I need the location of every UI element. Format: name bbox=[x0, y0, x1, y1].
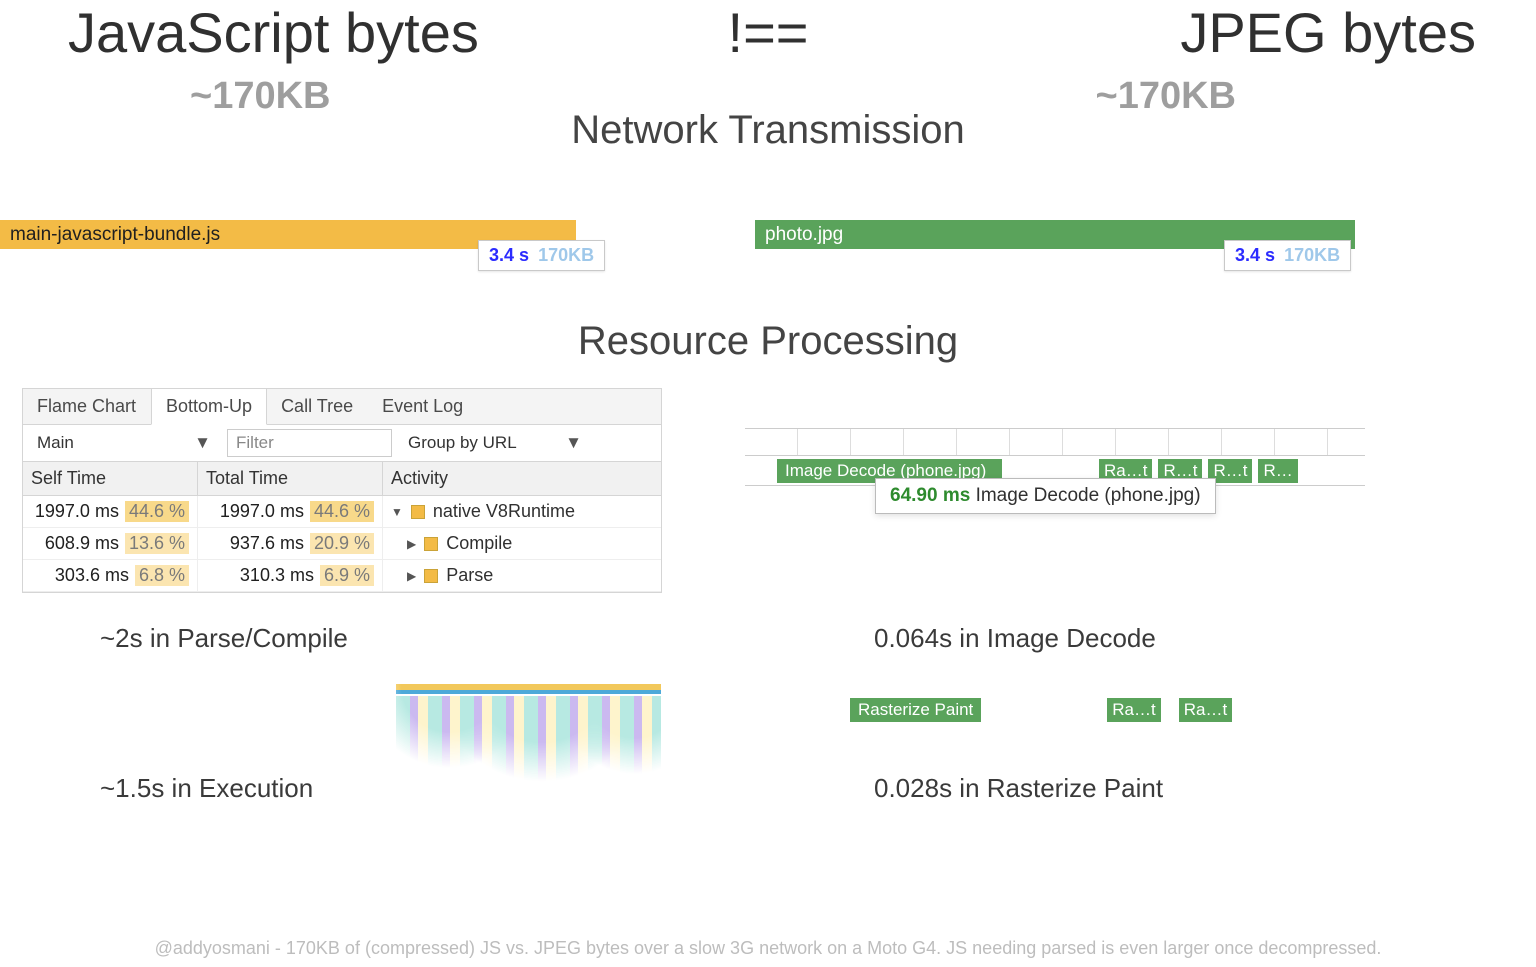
self-pct: 13.6 % bbox=[125, 533, 189, 554]
col-activity[interactable]: Activity bbox=[383, 462, 661, 495]
headline-jpeg: JPEG bytes bbox=[1180, 0, 1476, 65]
total-ms: 1997.0 ms bbox=[220, 501, 304, 522]
thread-select[interactable]: Main ▼ bbox=[29, 429, 219, 457]
table-row[interactable]: 608.9 ms 13.6 % 937.6 ms 20.9 % ▶ Compile bbox=[23, 528, 661, 560]
self-ms: 303.6 ms bbox=[55, 565, 129, 586]
raster-timeline: Rasterize Paint Ra…t Ra…t bbox=[850, 698, 1270, 722]
scripting-color-icon bbox=[411, 505, 425, 519]
net-time-jpeg: 3.4 s bbox=[1235, 245, 1275, 265]
timeline-tooltip: 64.90 ms Image Decode (phone.jpg) bbox=[875, 478, 1216, 514]
chevron-down-icon: ▼ bbox=[565, 433, 582, 453]
self-ms: 1997.0 ms bbox=[35, 501, 119, 522]
expand-icon[interactable]: ▶ bbox=[407, 569, 416, 583]
annot-decode: 0.064s in Image Decode bbox=[874, 623, 1156, 654]
annot-exec: ~1.5s in Execution bbox=[100, 773, 313, 804]
net-time-js: 3.4 s bbox=[489, 245, 529, 265]
total-ms: 937.6 ms bbox=[230, 533, 304, 554]
net-badge-js: 3.4 s 170KB bbox=[478, 240, 605, 271]
activity: native V8Runtime bbox=[433, 501, 575, 522]
table-row[interactable]: 303.6 ms 6.8 % 310.3 ms 6.9 % ▶ Parse bbox=[23, 560, 661, 592]
expand-icon[interactable]: ▼ bbox=[391, 505, 403, 519]
total-pct: 44.6 % bbox=[310, 501, 374, 522]
scripting-color-icon bbox=[424, 537, 438, 551]
timeline-axis bbox=[745, 428, 1365, 456]
net-size-js: 170KB bbox=[538, 245, 594, 265]
thread-select-value: Main bbox=[37, 433, 74, 453]
tl-block[interactable]: Ra…t bbox=[1107, 698, 1160, 722]
total-ms: 310.3 ms bbox=[240, 565, 314, 586]
self-pct: 6.8 % bbox=[135, 565, 189, 586]
image-decode-timeline: Image Decode (phone.jpg) Ra…t R…t R…t R…… bbox=[745, 428, 1365, 486]
tab-event-log[interactable]: Event Log bbox=[368, 389, 478, 424]
net-size-jpeg: 170KB bbox=[1284, 245, 1340, 265]
flame-chart-image bbox=[396, 684, 661, 814]
headline-js: JavaScript bytes bbox=[68, 0, 479, 65]
footer-credit: @addyosmani - 170KB of (compressed) JS v… bbox=[0, 938, 1536, 959]
tab-call-tree[interactable]: Call Tree bbox=[267, 389, 368, 424]
col-total[interactable]: Total Time bbox=[198, 462, 383, 495]
expand-icon[interactable]: ▶ bbox=[407, 537, 416, 551]
tooltip-label: Image Decode (phone.jpg) bbox=[976, 485, 1201, 506]
col-self[interactable]: Self Time bbox=[23, 462, 198, 495]
total-pct: 20.9 % bbox=[310, 533, 374, 554]
group-select-value: Group by URL bbox=[408, 433, 517, 453]
devtools-tabs: Flame Chart Bottom-Up Call Tree Event Lo… bbox=[23, 389, 661, 425]
headline-op: !== bbox=[728, 0, 809, 65]
activity: Compile bbox=[446, 533, 512, 554]
tooltip-ms: 64.90 ms bbox=[890, 485, 970, 506]
tab-bottom-up[interactable]: Bottom-Up bbox=[151, 389, 267, 425]
activity: Parse bbox=[446, 565, 493, 586]
table-row[interactable]: 1997.0 ms 44.6 % 1997.0 ms 44.6 % ▼ native … bbox=[23, 496, 661, 528]
self-pct: 44.6 % bbox=[125, 501, 189, 522]
tl-block[interactable]: R… bbox=[1258, 459, 1297, 483]
scripting-color-icon bbox=[424, 569, 438, 583]
annot-parse: ~2s in Parse/Compile bbox=[100, 623, 348, 654]
section-network: Network Transmission bbox=[571, 108, 964, 153]
size-jpeg: ~170KB bbox=[1096, 75, 1236, 118]
section-resource: Resource Processing bbox=[0, 319, 1536, 364]
group-select[interactable]: Group by URL ▼ bbox=[400, 429, 590, 457]
tab-flame-chart[interactable]: Flame Chart bbox=[23, 389, 151, 424]
net-badge-jpeg: 3.4 s 170KB bbox=[1224, 240, 1351, 271]
devtools-panel: Flame Chart Bottom-Up Call Tree Event Lo… bbox=[22, 388, 662, 593]
size-js: ~170KB bbox=[190, 75, 330, 118]
filter-input[interactable]: Filter bbox=[227, 429, 392, 457]
total-pct: 6.9 % bbox=[320, 565, 374, 586]
tl-block[interactable]: Ra…t bbox=[1179, 698, 1232, 722]
annot-raster: 0.028s in Rasterize Paint bbox=[874, 773, 1163, 804]
chevron-down-icon: ▼ bbox=[194, 433, 211, 453]
table-head: Self Time Total Time Activity bbox=[23, 462, 661, 496]
tl-block-raster[interactable]: Rasterize Paint bbox=[850, 698, 981, 722]
self-ms: 608.9 ms bbox=[45, 533, 119, 554]
